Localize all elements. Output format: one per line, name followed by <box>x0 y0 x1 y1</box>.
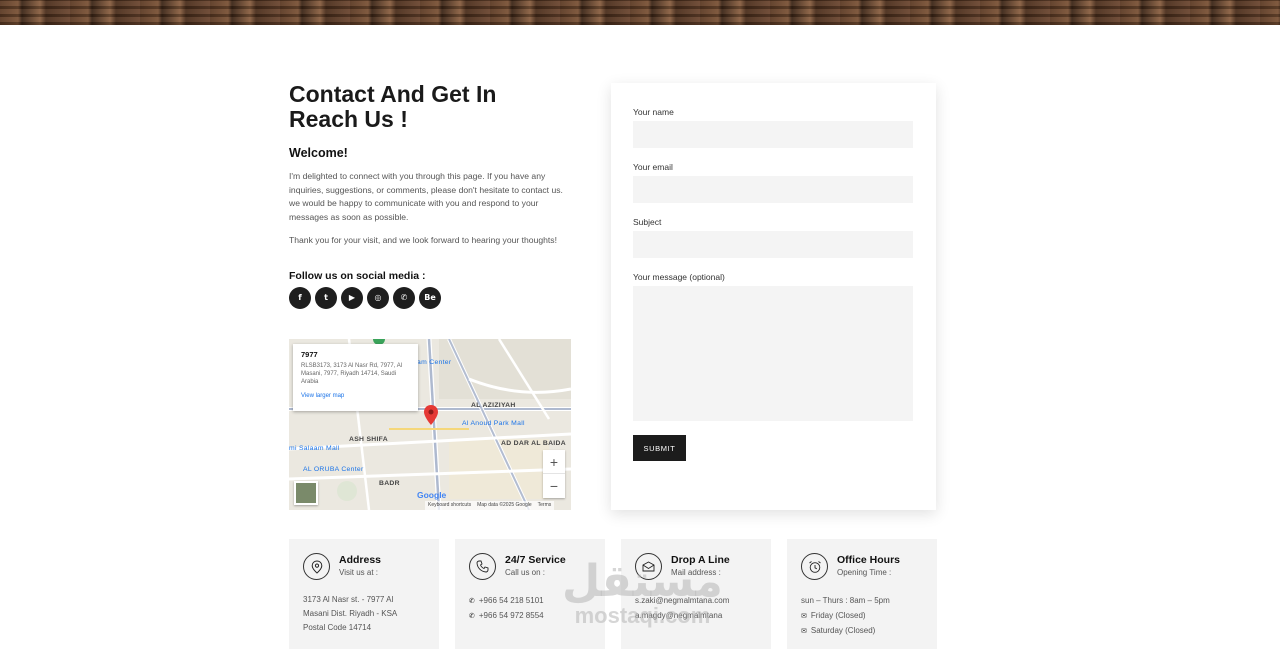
submit-button[interactable]: SUBMIT <box>633 435 686 461</box>
welcome-heading: Welcome! <box>289 146 348 160</box>
hours-subtitle: Opening Time : <box>837 568 892 577</box>
zoom-out-button[interactable]: − <box>543 474 565 498</box>
google-logo: Google <box>417 490 447 500</box>
map-label-ash-shifa: ASH SHIFA <box>349 436 388 443</box>
page-title: Contact And Get In Reach Us ! <box>289 81 497 132</box>
name-field[interactable] <box>633 121 913 148</box>
hours-row: ✉ Saturday (Closed) <box>801 623 890 638</box>
watermark-latin: mostaqi.com <box>574 603 711 628</box>
whatsapp-icon[interactable]: ✆ <box>393 286 415 309</box>
map-place-title: 7977 <box>301 350 318 359</box>
instagram-icon[interactable]: ◎ <box>367 286 389 309</box>
map-zoom-control: + − <box>543 450 565 498</box>
thanks-paragraph: Thank you for your visit, and we look fo… <box>289 235 557 246</box>
subject-field[interactable] <box>633 231 913 258</box>
address-line: Masani Dist. Riyadh - KSA <box>303 609 398 618</box>
phone-row[interactable]: ✆ +966 54 972 8554 <box>469 608 544 623</box>
contact-form: Your name Your email Subject Your messag… <box>611 83 936 510</box>
message-field[interactable] <box>633 286 913 421</box>
map-pin-icon[interactable] <box>424 405 438 425</box>
keyboard-shortcuts-link[interactable]: Keyboard shortcuts <box>428 502 471 509</box>
address-card: Address Visit us at : 3173 Al Nasr st. -… <box>289 539 439 649</box>
map-label-center: am Center <box>417 359 452 366</box>
map-data-text: Map data ©2025 Google <box>477 502 532 508</box>
location-map[interactable]: am Center AL AZIZIYAH Al Anoud Park Mall… <box>289 339 571 510</box>
service-body: ✆ +966 54 218 5101 ✆ +966 54 972 8554 <box>469 593 544 623</box>
twitter-icon[interactable]: t <box>315 286 337 309</box>
email-field[interactable] <box>633 176 913 203</box>
service-subtitle: Call us on : <box>505 568 546 577</box>
hours-row: ✉ Friday (Closed) <box>801 608 890 623</box>
map-label-badr: BADR <box>379 480 400 487</box>
hours-title: Office Hours <box>837 554 901 566</box>
view-larger-map-link[interactable]: View larger map <box>301 393 410 399</box>
hours-body: sun – Thurs : 8am – 5pm ✉ Friday (Closed)… <box>801 593 890 638</box>
follow-label: Follow us on social media : <box>289 269 426 282</box>
phone-number[interactable]: +966 54 972 8554 <box>479 609 544 623</box>
map-layer-button[interactable] <box>294 481 318 505</box>
closed-small-icon: ✉ <box>801 626 807 635</box>
closed-small-icon: ✉ <box>801 611 807 620</box>
hours-text: Saturday (Closed) <box>810 625 876 635</box>
phone-small-icon: ✆ <box>469 596 475 605</box>
hours-row: sun – Thurs : 8am – 5pm <box>801 593 890 608</box>
email-label: Your email <box>633 162 673 172</box>
map-place-address: RLSB3173, 3173 Al Nasr Rd, 7977, Al Masa… <box>301 363 403 385</box>
facebook-icon[interactable]: f <box>289 286 311 309</box>
address-line: Postal Code 14714 <box>303 623 372 632</box>
behance-icon[interactable]: Be <box>419 286 441 309</box>
hours-card: Office Hours Opening Time : sun – Thurs … <box>787 539 937 649</box>
phone-small-icon: ✆ <box>469 611 475 620</box>
phone-row[interactable]: ✆ +966 54 218 5101 <box>469 593 544 608</box>
address-line: 3173 Al Nasr st. - 7977 Al <box>303 595 394 604</box>
service-title: 24/7 Service <box>505 554 566 566</box>
address-title: Address <box>339 554 382 566</box>
location-pin-icon <box>303 553 330 580</box>
watermark: مستقل mostaqi.com <box>562 560 723 628</box>
map-place-card: 7977 RLSB3173, 3173 Al Nasr Rd, 7977, Al… <box>293 344 418 411</box>
terms-link[interactable]: Terms <box>538 502 552 509</box>
map-label-oruba: AL ORUBA Center <box>303 466 364 473</box>
address-body: 3173 Al Nasr st. - 7977 Al Masani Dist. … <box>303 593 397 635</box>
map-label-aziziyah: AL AZIZIYAH <box>471 402 516 409</box>
phone-icon <box>469 553 496 580</box>
youtube-icon[interactable]: ▶ <box>341 286 363 309</box>
subject-label: Subject <box>633 217 662 227</box>
social-links: f t ▶ ◎ ✆ Be <box>289 286 574 309</box>
map-label-anoud-mall: Al Anoud Park Mall <box>462 420 525 427</box>
name-label: Your name <box>633 107 674 117</box>
address-subtitle: Visit us at : <box>339 568 378 577</box>
zoom-in-button[interactable]: + <box>543 450 565 474</box>
map-attribution: Keyboard shortcuts Map data ©2025 Google… <box>425 501 555 510</box>
map-label-ad-dar: AD DAR AL BAIDA <box>501 440 566 447</box>
message-label: Your message (optional) <box>633 272 725 282</box>
hero-banner-image <box>0 0 1280 25</box>
alarm-clock-icon <box>801 553 828 580</box>
map-label-salaam-mall: mi Salaam Mall <box>289 445 340 452</box>
phone-number[interactable]: +966 54 218 5101 <box>479 594 544 608</box>
hours-text: Friday (Closed) <box>810 610 866 620</box>
hours-text: sun – Thurs : 8am – 5pm <box>801 595 890 605</box>
intro-paragraph: I'm delighted to connect with you throug… <box>289 171 563 222</box>
watermark-arabic: مستقل <box>562 556 723 607</box>
contact-intro: Contact And Get In Reach Us ! Welcome! I… <box>289 82 574 309</box>
